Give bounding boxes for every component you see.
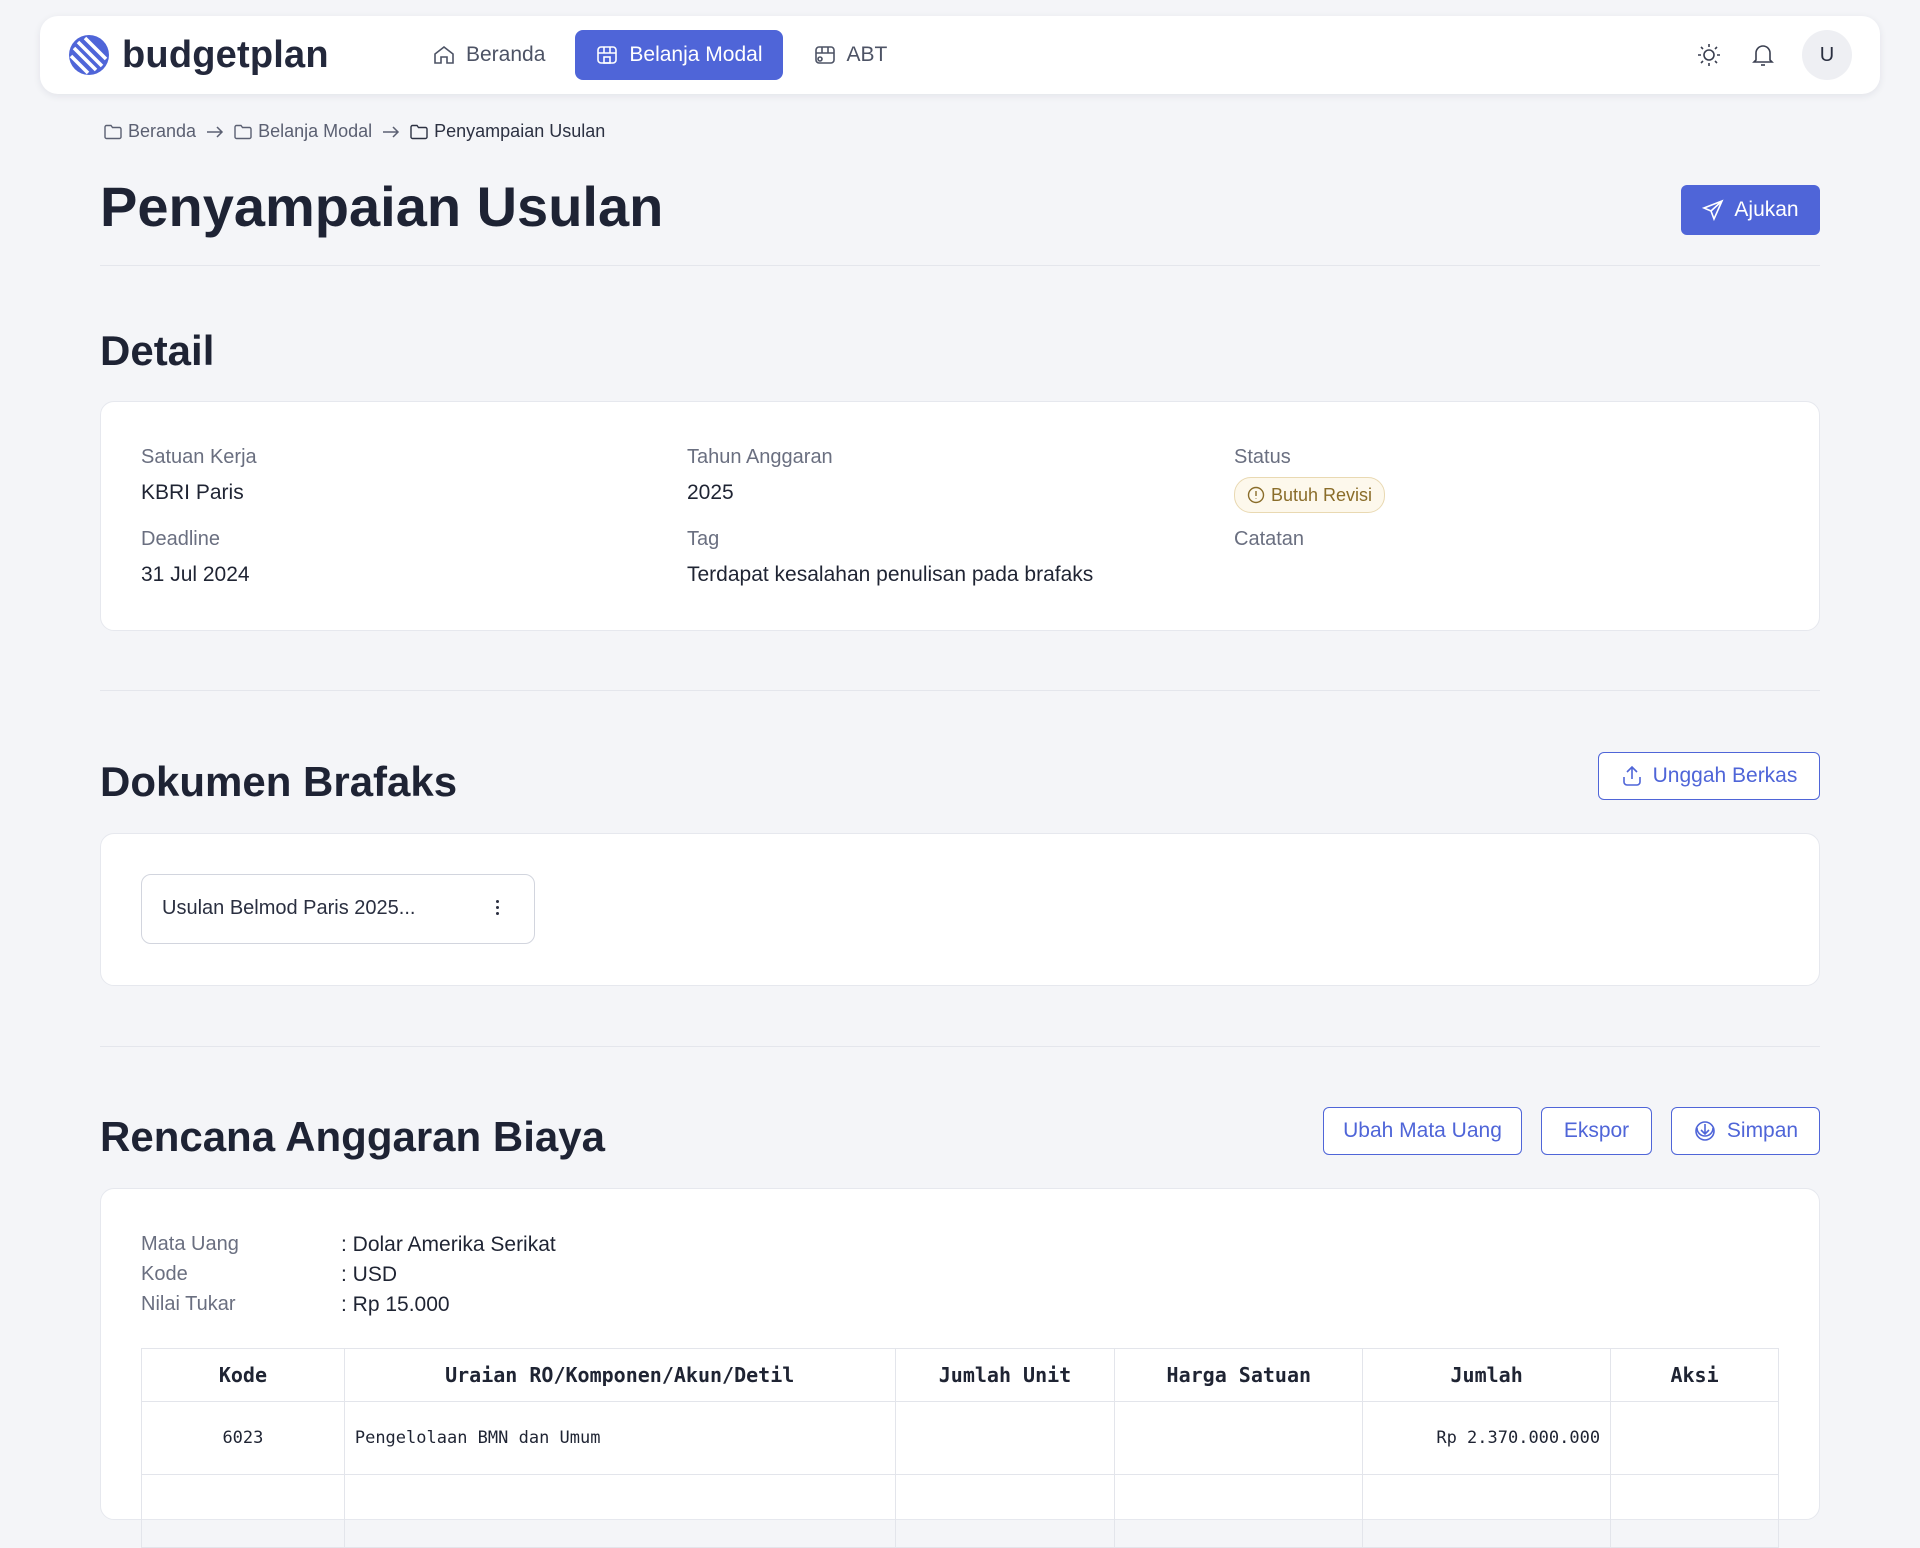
- more-vertical-icon[interactable]: [494, 897, 500, 921]
- cell-kode: [141, 1474, 345, 1548]
- send-icon: [1702, 199, 1724, 221]
- breadcrumb-label: Belanja Modal: [258, 121, 373, 141]
- nav-item-belanja-modal[interactable]: Belanja Modal: [575, 30, 783, 80]
- store-icon: [597, 46, 618, 64]
- catatan-label: Catatan: [1234, 528, 1305, 550]
- section-title-rab: Rencana Anggaran Biaya: [100, 1113, 605, 1160]
- kode-value: : USD: [341, 1263, 398, 1286]
- column-header-aksi: Aksi: [1610, 1348, 1779, 1402]
- submit-button-label: Ajukan: [1734, 198, 1799, 221]
- column-header-harga-satuan: Harga Satuan: [1114, 1348, 1364, 1402]
- breadcrumb-item-current: Penyampaian Usulan: [410, 121, 605, 142]
- satuan-kerja-label: Satuan Kerja: [141, 446, 257, 468]
- tahun-anggaran-value: 2025: [687, 481, 734, 504]
- satuan-kerja-value: KBRI Paris: [141, 481, 244, 504]
- mata-uang-value: : Dolar Amerika Serikat: [341, 1233, 556, 1256]
- save-icon: [1695, 1121, 1715, 1141]
- section-title-detail: Detail: [100, 327, 215, 374]
- cell-jumlah-unit: [894, 1474, 1116, 1548]
- status-label: Status: [1234, 446, 1291, 468]
- cell-uraian: [343, 1474, 896, 1548]
- dokumen-card: Usulan Belmod Paris 2025...: [100, 833, 1820, 986]
- column-header-uraian: Uraian RO/Komponen/Akun/Detil: [343, 1348, 896, 1402]
- change-currency-label: Ubah Mata Uang: [1343, 1119, 1502, 1142]
- alert-circle-icon: [1247, 486, 1265, 504]
- cell-harga-satuan: [1114, 1474, 1364, 1548]
- export-label: Ekspor: [1563, 1119, 1630, 1142]
- deadline-label: Deadline: [141, 528, 220, 550]
- submit-button[interactable]: Ajukan: [1681, 185, 1820, 235]
- brand-logo[interactable]: budgetplan: [68, 34, 329, 76]
- page-title: Penyampaian Usulan: [100, 175, 664, 238]
- column-header-jumlah-unit: Jumlah Unit: [894, 1348, 1116, 1402]
- table-row: 6023 Pengelolaan BMN dan Umum Rp 2.370.0…: [141, 1401, 1779, 1475]
- tag-label: Tag: [687, 528, 720, 550]
- bell-icon: [1752, 45, 1774, 66]
- table-header-row: Kode Uraian RO/Komponen/Akun/Detil Jumla…: [141, 1348, 1779, 1402]
- status-badge: Butuh Revisi: [1234, 477, 1386, 513]
- main-nav: Beranda Belanja Modal ABT: [412, 30, 917, 80]
- change-currency-button[interactable]: Ubah Mata Uang: [1323, 1107, 1522, 1155]
- brand-name: budgetplan: [122, 33, 329, 76]
- header-actions: U: [1680, 30, 1852, 80]
- cell-kode: 6023: [141, 1401, 345, 1475]
- kode-label: Kode: [141, 1263, 188, 1285]
- top-navbar: budgetplan Beranda Belanja Modal ABT U: [40, 16, 1880, 94]
- rab-table: Kode Uraian RO/Komponen/Akun/Detil Jumla…: [141, 1348, 1779, 1548]
- divider: [100, 265, 1820, 266]
- notification-button[interactable]: [1738, 30, 1788, 80]
- cell-jumlah-unit: [894, 1401, 1116, 1475]
- status-badge-text: Butuh Revisi: [1271, 484, 1373, 505]
- column-header-jumlah: Jumlah: [1362, 1348, 1612, 1402]
- folder-icon: [234, 124, 252, 139]
- home-icon: [434, 45, 454, 64]
- cell-harga-satuan: [1114, 1401, 1364, 1475]
- folder-icon: [410, 124, 428, 139]
- nav-item-beranda[interactable]: Beranda: [412, 30, 565, 80]
- export-button[interactable]: Ekspor: [1541, 1107, 1652, 1155]
- arrow-right-icon: [382, 125, 400, 139]
- cell-aksi: [1610, 1401, 1779, 1475]
- store-icon: [814, 46, 835, 64]
- breadcrumb-item-belanja-modal[interactable]: Belanja Modal: [234, 121, 372, 142]
- folder-icon: [104, 124, 122, 139]
- rab-card: Mata Uang : Dolar Amerika Serikat Kode :…: [100, 1188, 1820, 1548]
- breadcrumb-item-beranda[interactable]: Beranda: [104, 121, 196, 142]
- cell-jumlah: [1362, 1474, 1612, 1548]
- breadcrumb-label: Penyampaian Usulan: [434, 121, 606, 141]
- nav-label: Belanja Modal: [629, 43, 763, 66]
- upload-file-label: Unggah Berkas: [1652, 764, 1798, 787]
- divider: [100, 1046, 1820, 1047]
- avatar[interactable]: U: [1802, 30, 1852, 80]
- cell-jumlah: Rp 2.370.000.000: [1362, 1401, 1612, 1475]
- breadcrumb: Beranda Belanja Modal Penyampaian Usulan: [104, 121, 605, 142]
- sun-icon: [1698, 44, 1720, 66]
- save-label: Simpan: [1726, 1119, 1799, 1142]
- divider: [100, 690, 1820, 691]
- file-name: Usulan Belmod Paris 2025...: [162, 897, 416, 919]
- tahun-anggaran-label: Tahun Anggaran: [687, 446, 833, 468]
- breadcrumb-label: Beranda: [128, 121, 197, 141]
- section-title-dokumen: Dokumen Brafaks: [100, 758, 458, 805]
- file-card[interactable]: Usulan Belmod Paris 2025...: [141, 874, 535, 944]
- save-button[interactable]: Simpan: [1671, 1107, 1820, 1155]
- column-header-kode: Kode: [141, 1348, 345, 1402]
- detail-card: Satuan Kerja KBRI Paris Tahun Anggaran 2…: [100, 401, 1820, 631]
- cell-uraian: Pengelolaan BMN dan Umum: [343, 1401, 896, 1475]
- tag-value: Terdapat kesalahan penulisan pada brafak…: [687, 563, 1094, 586]
- cell-aksi: [1610, 1474, 1779, 1548]
- nilai-tukar-value: : Rp 15.000: [341, 1293, 450, 1316]
- upload-file-button[interactable]: Unggah Berkas: [1598, 752, 1820, 800]
- nav-label: Beranda: [466, 43, 546, 66]
- logo-icon: [69, 35, 109, 75]
- arrow-right-icon: [206, 125, 224, 139]
- theme-toggle-button[interactable]: [1684, 30, 1734, 80]
- nav-label: ABT: [846, 43, 888, 66]
- nilai-tukar-label: Nilai Tukar: [141, 1293, 236, 1315]
- upload-icon: [1622, 765, 1641, 786]
- nav-item-abt[interactable]: ABT: [793, 30, 908, 80]
- table-row: [141, 1474, 1779, 1548]
- deadline-value: 31 Jul 2024: [141, 563, 250, 586]
- mata-uang-label: Mata Uang: [141, 1233, 239, 1255]
